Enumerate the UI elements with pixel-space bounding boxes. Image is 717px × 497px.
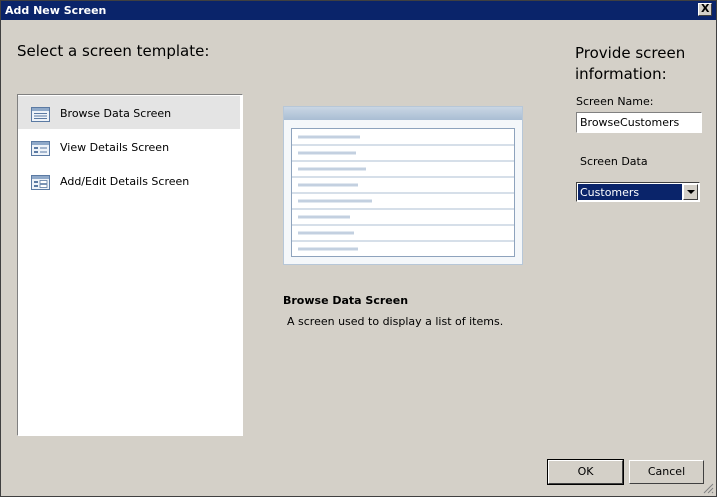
preview-row-text: [298, 167, 366, 171]
template-item-view-details[interactable]: View Details Screen: [18, 130, 240, 163]
template-heading: Select a screen template:: [17, 42, 210, 60]
template-preview-image: [283, 106, 523, 265]
screen-data-selected: Customers: [578, 184, 682, 200]
preview-row-text: [298, 247, 358, 251]
add-new-screen-dialog: Add New Screen X Select a screen templat…: [0, 0, 717, 497]
close-button[interactable]: X: [698, 2, 712, 16]
resize-grip-icon[interactable]: [702, 482, 714, 494]
preview-row-text: [298, 231, 354, 235]
preview-row-text: [298, 135, 360, 139]
screen-data-dropdown[interactable]: Customers: [576, 182, 700, 202]
template-list[interactable]: Browse Data Screen View Details Screen A…: [17, 94, 243, 436]
preview-title: Browse Data Screen: [283, 294, 409, 307]
template-label: Browse Data Screen: [60, 107, 172, 120]
add-edit-details-template-icon: [31, 175, 50, 190]
close-icon: X: [701, 2, 710, 15]
preview-row-text: [298, 199, 372, 203]
template-label: Add/Edit Details Screen: [60, 175, 190, 188]
preview-row-text: [298, 183, 358, 187]
preview-description: A screen used to display a list of items…: [287, 315, 504, 328]
window-title: Add New Screen: [5, 4, 107, 17]
ok-button[interactable]: OK: [547, 459, 624, 485]
screen-name-input[interactable]: [576, 112, 702, 133]
preview-row-text: [298, 151, 356, 155]
template-item-add-edit-details[interactable]: Add/Edit Details Screen: [18, 164, 240, 197]
view-details-template-icon: [31, 141, 50, 156]
template-label: View Details Screen: [60, 141, 170, 154]
screen-info-heading: Provide screen information:: [575, 44, 686, 83]
screen-data-label: Screen Data: [580, 155, 648, 168]
template-item-browse-data[interactable]: Browse Data Screen: [18, 96, 240, 129]
screen-name-label: Screen Name:: [576, 95, 654, 108]
browse-data-template-icon: [31, 107, 50, 122]
chevron-down-icon[interactable]: [683, 184, 698, 200]
cancel-button[interactable]: Cancel: [629, 460, 704, 484]
title-bar: Add New Screen X: [1, 1, 716, 20]
preview-row-text: [298, 215, 350, 219]
